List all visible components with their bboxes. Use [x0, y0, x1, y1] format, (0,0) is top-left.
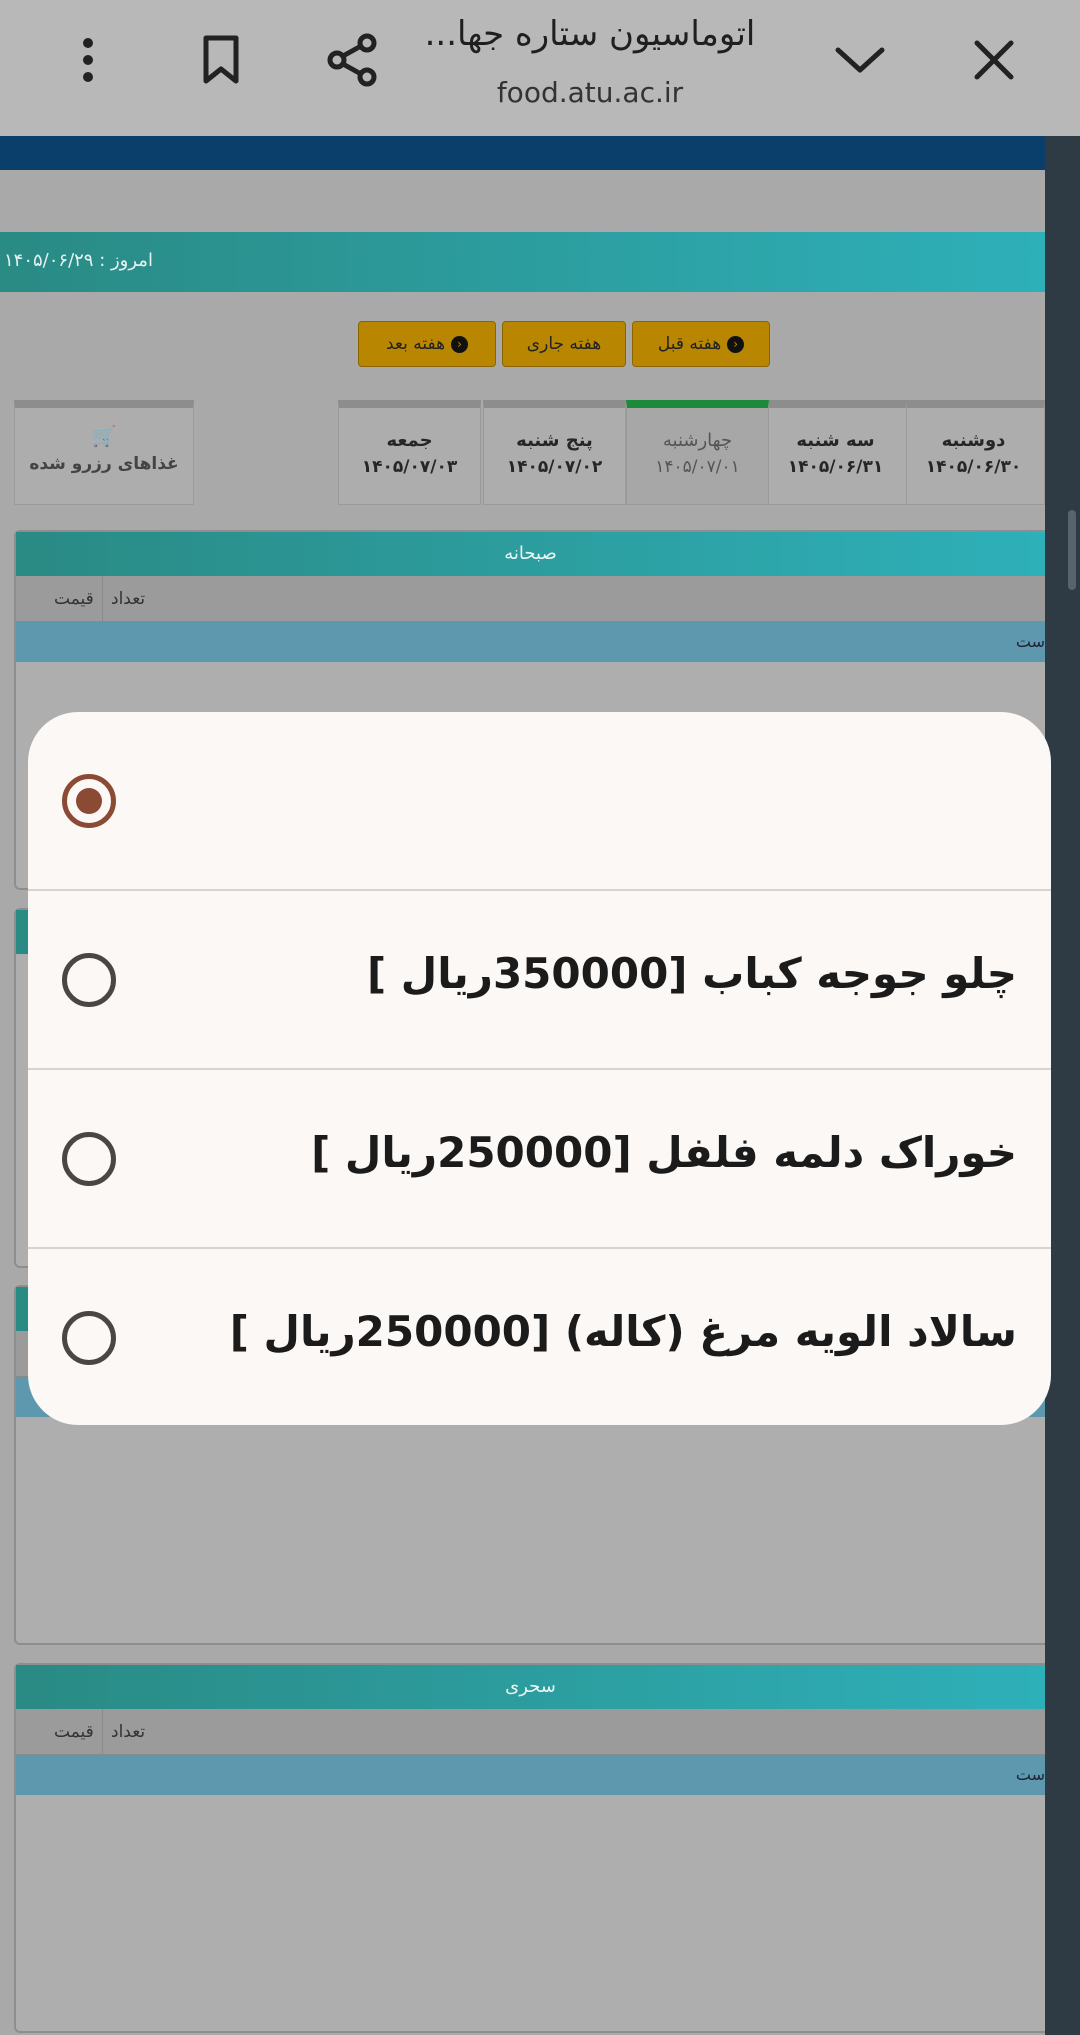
next-week-label: هفته بعد: [385, 334, 446, 354]
col-count: تعداد: [102, 1709, 153, 1755]
chevron-left-icon: ‹: [451, 335, 469, 353]
bookmark-icon[interactable]: [196, 30, 246, 90]
col-price: قیمت: [54, 1722, 94, 1742]
today-bar: [0, 232, 1045, 292]
prev-week-label: هفته قبل: [657, 334, 722, 354]
radio-selected-icon[interactable]: [62, 774, 116, 828]
panel-columns: قیمت تعداد: [16, 1709, 1045, 1755]
reserved-label: غذاهای رزرو شده: [29, 454, 179, 474]
option-label: سالاد الویه مرغ (کاله) [250000ریال ]: [229, 1307, 1017, 1356]
panel-title: صبحانه: [16, 532, 1045, 576]
day-date: ۱۴۰۵/۰۶/۳۰: [925, 457, 1022, 477]
share-icon[interactable]: [322, 30, 382, 90]
panel-row: ست: [16, 622, 1045, 662]
option-dolmeh-felfel[interactable]: خوراک دلمه فلفل [250000ریال ]: [28, 1070, 1051, 1248]
panel-columns: قیمت تعداد: [16, 576, 1045, 622]
radio-unselected-icon[interactable]: [62, 953, 116, 1007]
day-date: ۱۴۰۵/۰۷/۰۳: [361, 457, 458, 477]
prev-week-button[interactable]: ‹ هفته قبل: [632, 321, 770, 367]
chevron-left-icon: ‹: [727, 335, 745, 353]
day-name: پنج شنبه: [516, 430, 593, 451]
more-vert-icon[interactable]: [68, 30, 108, 90]
current-week-label: هفته جاری: [526, 334, 602, 354]
day-date: ۱۴۰۵/۰۷/۰۲: [506, 457, 603, 477]
option-label: چلو جوجه کباب [350000ریال ]: [366, 949, 1017, 998]
current-week-button[interactable]: هفته جاری: [502, 321, 626, 367]
next-week-button[interactable]: ‹ هفته بعد: [358, 321, 496, 367]
radio-unselected-icon[interactable]: [62, 1311, 116, 1365]
site-header-strip: [0, 136, 1045, 170]
tab-day-wednesday[interactable]: چهارشنبه ۱۴۰۵/۰۷/۰۱: [626, 400, 769, 505]
today-label: امروز : ۱۴۰۵/۰۶/۲۹: [4, 250, 153, 271]
day-name: چهارشنبه: [662, 430, 733, 451]
col-count: تعداد: [102, 576, 153, 622]
tab-day-thursday[interactable]: پنج شنبه ۱۴۰۵/۰۷/۰۲: [483, 400, 626, 505]
day-name: جمعه: [386, 430, 433, 451]
col-price: قیمت: [54, 589, 94, 609]
day-date: ۱۴۰۵/۰۷/۰۱: [655, 457, 740, 477]
chevron-down-icon[interactable]: [832, 30, 888, 90]
option-label: خوراک دلمه فلفل [250000ریال ]: [311, 1128, 1017, 1177]
row-fragment: ست: [1015, 1765, 1045, 1784]
page-title[interactable]: اتوماسیون ستاره جها...: [420, 14, 760, 54]
panel-row: ست: [16, 1755, 1045, 1795]
meal-panel-sahari: سحری قیمت تعداد ست: [14, 1663, 1045, 2033]
row-fragment: ست: [1015, 632, 1045, 651]
cart-icon: 🛒: [91, 424, 117, 448]
panel-title: سحری: [16, 1665, 1045, 1709]
browser-toolbar: اتوماسیون ستاره جها... food.atu.ac.ir: [0, 0, 1080, 136]
tab-reserved-meals[interactable]: 🛒 غذاهای رزرو شده: [14, 400, 194, 505]
meal-select-dialog: چلو جوجه کباب [350000ریال ] خوراک دلمه ف…: [28, 712, 1051, 1425]
day-name: دوشنبه: [941, 430, 1006, 451]
url-host[interactable]: food.atu.ac.ir: [420, 76, 760, 109]
day-date: ۱۴۰۵/۰۶/۳۱: [787, 457, 884, 477]
option-salad-olivieh[interactable]: سالاد الویه مرغ (کاله) [250000ریال ]: [28, 1249, 1051, 1425]
radio-unselected-icon[interactable]: [62, 1132, 116, 1186]
close-icon[interactable]: [966, 30, 1022, 90]
scrollbar-thumb[interactable]: [1068, 510, 1076, 590]
tab-day-monday[interactable]: دوشنبه ۱۴۰۵/۰۶/۳۰: [902, 400, 1045, 505]
tab-day-tuesday[interactable]: سه شنبه ۱۴۰۵/۰۶/۳۱: [764, 400, 907, 505]
tab-day-friday[interactable]: جمعه ۱۴۰۵/۰۷/۰۳: [338, 400, 481, 505]
option-empty[interactable]: [28, 712, 1051, 890]
day-name: سه شنبه: [796, 430, 875, 451]
option-chelo-joojeh[interactable]: چلو جوجه کباب [350000ریال ]: [28, 891, 1051, 1069]
